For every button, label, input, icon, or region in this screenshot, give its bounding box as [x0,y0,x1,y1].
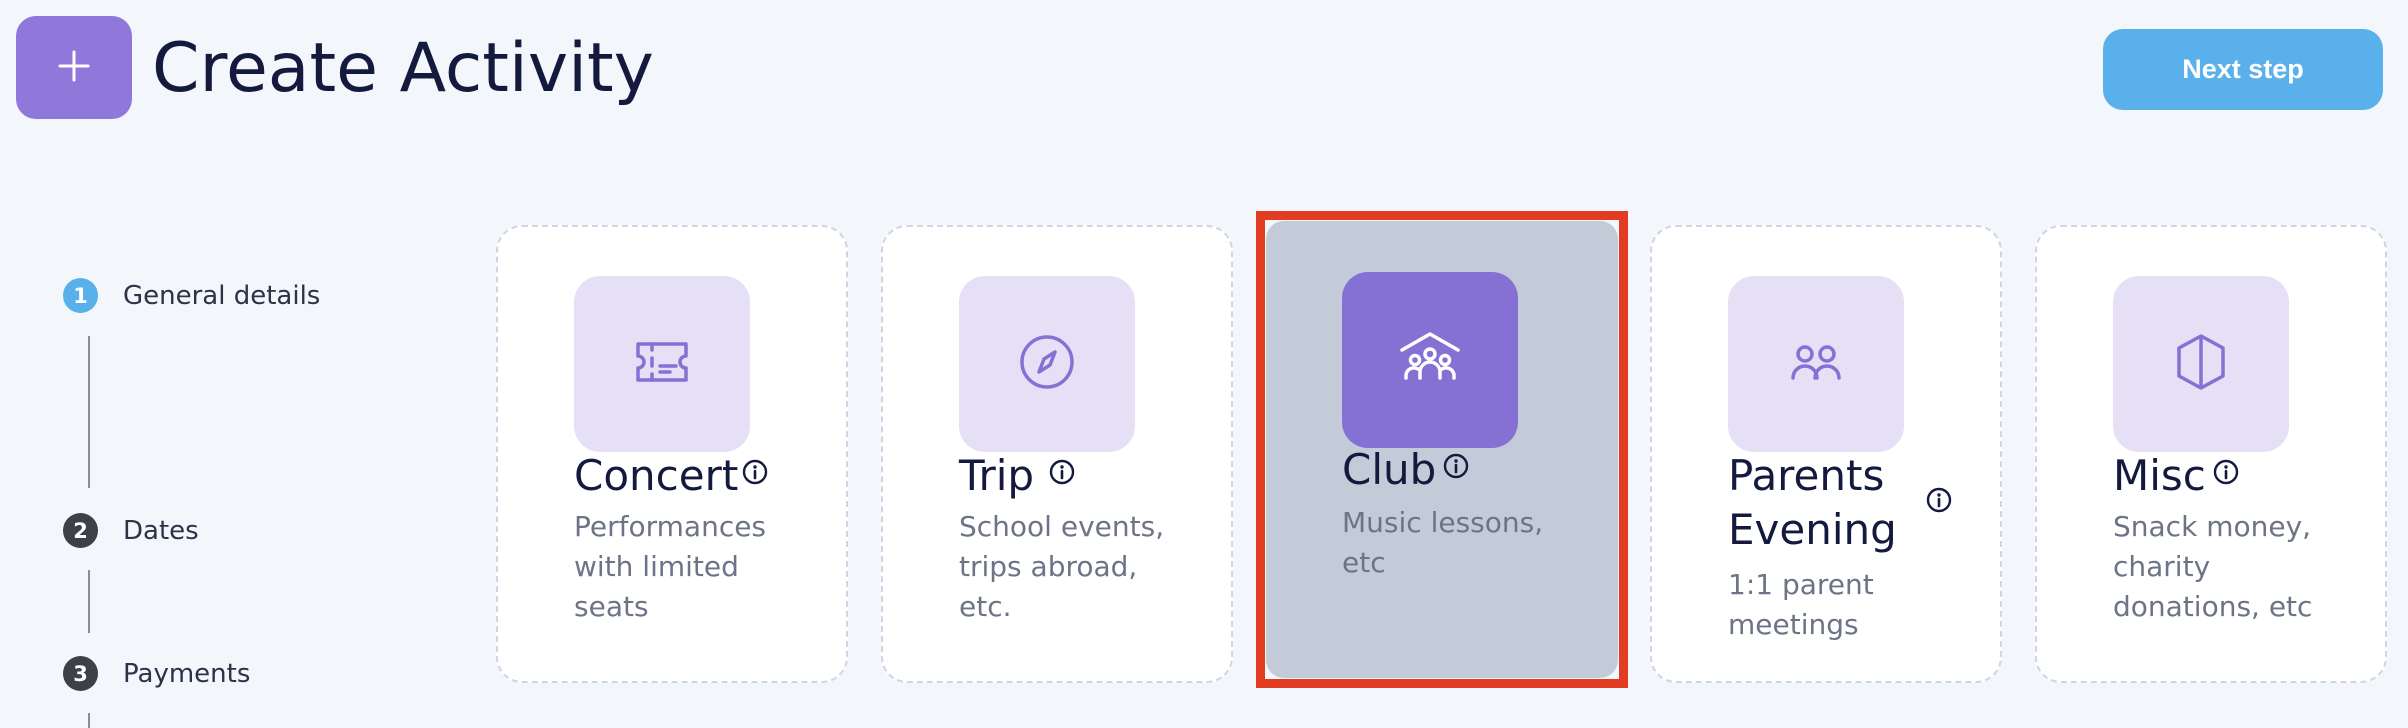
step-connector [88,570,90,633]
step-number: 1 [63,278,98,313]
activity-title: Parents Evening [1728,451,1897,554]
step-general-details[interactable]: 1 General details [63,278,320,313]
step-number: 2 [63,513,98,548]
activity-icon-tile [959,276,1135,452]
ticket-icon [630,330,694,398]
activity-title: Misc [2113,451,2206,500]
next-step-button[interactable]: Next step [2103,29,2383,110]
activity-icon-tile [574,276,750,452]
activity-description: Snack money, charity donations, etc [2113,510,2313,623]
info-icon[interactable] [742,459,768,489]
plus-icon [56,48,92,88]
page-title: Create Activity [152,29,654,108]
activity-title: Concert [574,451,739,500]
step-connector [88,336,90,488]
activity-description: 1:1 parent meetings [1728,568,1874,641]
cube-icon [2169,330,2233,398]
step-dates[interactable]: 2 Dates [63,513,199,548]
activity-card-parents-evening[interactable]: Parents Evening 1:1 parent meetings [1650,225,2002,683]
step-payments[interactable]: 3 Payments [63,656,250,691]
compass-icon [1015,330,1079,398]
step-label: Payments [123,658,251,689]
step-number: 3 [63,656,98,691]
add-activity-button[interactable] [16,16,132,119]
activity-icon-tile [2113,276,2289,452]
activity-description: Performances with limited seats [574,510,767,623]
step-label: Dates [123,515,199,546]
step-connector [88,713,90,728]
info-icon[interactable] [1926,487,1952,517]
activity-card-trip[interactable]: Trip School events, trips abroad, etc. [881,225,1233,683]
info-icon[interactable] [1049,459,1075,489]
info-icon[interactable] [2213,459,2239,489]
two-people-icon [1784,330,1848,398]
activity-description: School events, trips abroad, etc. [959,510,1165,623]
selection-highlight [1256,211,1628,688]
activity-icon-tile [1728,276,1904,452]
activity-title: Trip [959,451,1035,500]
step-label: General details [123,280,321,311]
activity-card-misc[interactable]: Misc Snack money, charity donations, etc [2035,225,2387,683]
activity-card-concert[interactable]: Concert Performances with limited seats [496,225,848,683]
